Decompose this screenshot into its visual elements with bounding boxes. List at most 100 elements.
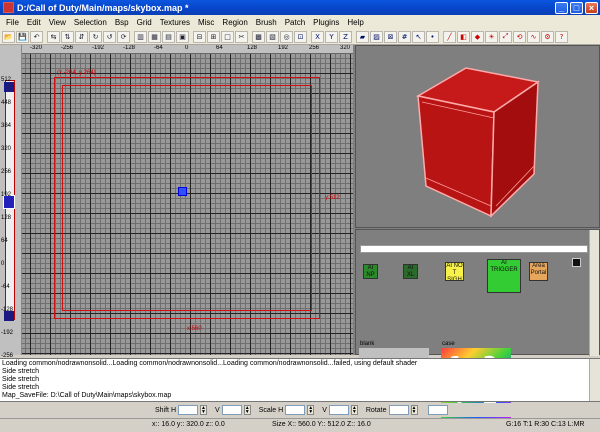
minimize-button[interactable]: _ bbox=[555, 1, 568, 14]
face-icon[interactable]: ◧ bbox=[457, 30, 470, 43]
flip-z-icon[interactable]: ⇵ bbox=[75, 30, 88, 43]
texture-ai-no-sight[interactable]: AI NO T SIGH bbox=[445, 262, 464, 281]
vruler-tick: 512 bbox=[1, 77, 12, 83]
menu-brush[interactable]: Brush bbox=[252, 18, 281, 27]
texture-label: AI TRIGGER bbox=[490, 260, 518, 273]
edge-icon[interactable]: ╱ bbox=[443, 30, 456, 43]
scale-icon[interactable]: ⤢ bbox=[499, 30, 512, 43]
rotate-icon[interactable]: ⟲ bbox=[513, 30, 526, 43]
menu-selection[interactable]: Selection bbox=[70, 18, 111, 27]
console-scrollbar[interactable] bbox=[589, 359, 600, 401]
entity-marker[interactable] bbox=[178, 187, 187, 196]
menu-patch[interactable]: Patch bbox=[281, 18, 309, 27]
rotate-control[interactable]: Rotate ▲ ▼ bbox=[366, 405, 418, 415]
menu-region[interactable]: Region bbox=[218, 18, 251, 27]
camera-view[interactable] bbox=[355, 45, 600, 228]
menu-help[interactable]: Help bbox=[343, 18, 367, 27]
shift-v-input[interactable] bbox=[221, 405, 242, 415]
console-log[interactable]: Loading common/nodrawnonsolid...Loading … bbox=[0, 358, 600, 402]
rotate-y-icon[interactable]: ↺ bbox=[103, 30, 116, 43]
scale-v-input[interactable] bbox=[328, 405, 349, 415]
make-hollow-icon[interactable]: □ bbox=[221, 30, 234, 43]
texture-icon[interactable]: ▨ bbox=[370, 30, 383, 43]
brush-icon[interactable]: ▰ bbox=[356, 30, 369, 43]
menu-edit[interactable]: Edit bbox=[23, 18, 45, 27]
texture-scrollbar[interactable] bbox=[589, 230, 599, 356]
console-line: Side stretch bbox=[2, 368, 39, 375]
flip-x-icon[interactable]: ⇆ bbox=[47, 30, 60, 43]
texture-browser[interactable]: AI NP AI XL AI NO T SIGH AI TRIGGER Area Por… bbox=[355, 229, 600, 418]
menu-plugins[interactable]: Plugins bbox=[309, 18, 343, 27]
menu-bsp[interactable]: Bsp bbox=[111, 18, 133, 27]
light-icon[interactable]: ☀ bbox=[485, 30, 498, 43]
csg-merge-icon[interactable]: ⊞ bbox=[207, 30, 220, 43]
lock-icon[interactable]: ⊡ bbox=[294, 30, 307, 43]
x-view-icon[interactable]: X bbox=[311, 30, 324, 43]
rotate-stepper[interactable]: ▲ ▼ bbox=[410, 405, 418, 415]
vertex-icon[interactable]: • bbox=[426, 30, 439, 43]
scale-v-stepper[interactable]: ▲ ▼ bbox=[350, 405, 358, 415]
scale-h-stepper[interactable]: ▲ ▼ bbox=[307, 405, 315, 415]
camera-icon[interactable]: ◎ bbox=[280, 30, 293, 43]
apply-input[interactable] bbox=[427, 405, 448, 415]
rotate-z-icon[interactable]: ⟳ bbox=[117, 30, 130, 43]
clipper-icon[interactable]: ✂ bbox=[235, 30, 248, 43]
vruler-tick: -192 bbox=[1, 330, 14, 336]
texture-filter-bar[interactable] bbox=[360, 245, 588, 253]
menu-grid[interactable]: Grid bbox=[133, 18, 156, 27]
console-line: Map_SaveFile: D:\Call of Duty\Main\maps\… bbox=[2, 392, 172, 399]
shift-h-control[interactable]: Shift H ▲ ▼ bbox=[155, 405, 208, 415]
title-bar[interactable]: D:/Call of Duty/Main/maps/skybox.map * _… bbox=[0, 0, 600, 15]
texture-label: AI XL bbox=[406, 265, 415, 278]
save-icon[interactable]: 💾 bbox=[16, 30, 29, 43]
help-icon[interactable]: ? bbox=[555, 30, 568, 43]
scale-h-control[interactable]: Scale H ▲ ▼ bbox=[259, 405, 315, 415]
texture-blank[interactable] bbox=[359, 348, 429, 358]
scale-h-input[interactable] bbox=[285, 405, 306, 415]
vruler-tick: 256 bbox=[1, 169, 12, 175]
patch-icon[interactable]: ▧ bbox=[266, 30, 279, 43]
open-icon[interactable]: 📂 bbox=[2, 30, 15, 43]
brush-outline-inner[interactable] bbox=[62, 85, 312, 311]
menu-view[interactable]: View bbox=[45, 18, 70, 27]
entity-icon[interactable]: ◆ bbox=[471, 30, 484, 43]
grid-icon[interactable]: # bbox=[398, 30, 411, 43]
menu-textures[interactable]: Textures bbox=[156, 18, 194, 27]
hruler-tick: 192 bbox=[278, 45, 289, 51]
grid-2d-view[interactable]: -320 -256 -192 -128 -64 0 64 128 192 256 320 (x -2… bbox=[22, 45, 353, 355]
select-complete-tall-icon[interactable]: ▥ bbox=[134, 30, 147, 43]
curve-icon[interactable]: ∿ bbox=[527, 30, 540, 43]
vruler-tick: 448 bbox=[1, 100, 12, 106]
scale-v-control[interactable]: V ▲ ▼ bbox=[322, 405, 358, 415]
texture-lock-icon[interactable]: ⊠ bbox=[384, 30, 397, 43]
hruler-tick: 0 bbox=[185, 45, 189, 51]
close-button[interactable]: × bbox=[585, 1, 598, 14]
csg-subtract-icon[interactable]: ⊟ bbox=[193, 30, 206, 43]
status-coords: x:: 16.0 y:: 320.0 z:: 0.0 bbox=[152, 421, 225, 428]
shift-h-input[interactable] bbox=[178, 405, 199, 415]
shift-v-control[interactable]: V ▲ ▼ bbox=[215, 405, 251, 415]
menu-misc[interactable]: Misc bbox=[194, 18, 218, 27]
shift-v-stepper[interactable]: ▲ ▼ bbox=[243, 405, 251, 415]
select-partial-tall-icon[interactable]: ▤ bbox=[162, 30, 175, 43]
texture-ai-xl[interactable]: AI XL bbox=[403, 264, 418, 279]
cube-icon[interactable]: ▩ bbox=[252, 30, 265, 43]
maximize-button[interactable]: □ bbox=[570, 1, 583, 14]
select-touching-icon[interactable]: ▦ bbox=[148, 30, 161, 43]
plug-icon[interactable]: ⚙ bbox=[541, 30, 554, 43]
menu-file[interactable]: File bbox=[2, 18, 23, 27]
texture-area-portal[interactable]: Area Portal bbox=[529, 262, 548, 281]
z-view-icon[interactable]: Z bbox=[339, 30, 352, 43]
undo-icon[interactable]: ↶ bbox=[30, 30, 43, 43]
vruler-tick: 64 bbox=[1, 238, 8, 244]
select-inside-icon[interactable]: ▣ bbox=[176, 30, 189, 43]
texture-ai-np[interactable]: AI NP bbox=[363, 264, 378, 279]
flip-y-icon[interactable]: ⇅ bbox=[61, 30, 74, 43]
select-icon[interactable]: ↖ bbox=[412, 30, 425, 43]
y-view-icon[interactable]: Y bbox=[325, 30, 338, 43]
texture-ai-trigger[interactable]: AI TRIGGER bbox=[487, 259, 521, 293]
rotate-input[interactable] bbox=[388, 405, 409, 415]
shift-h-stepper[interactable]: ▲ ▼ bbox=[200, 405, 208, 415]
rotate-x-icon[interactable]: ↻ bbox=[89, 30, 102, 43]
apply-box[interactable] bbox=[426, 405, 450, 415]
